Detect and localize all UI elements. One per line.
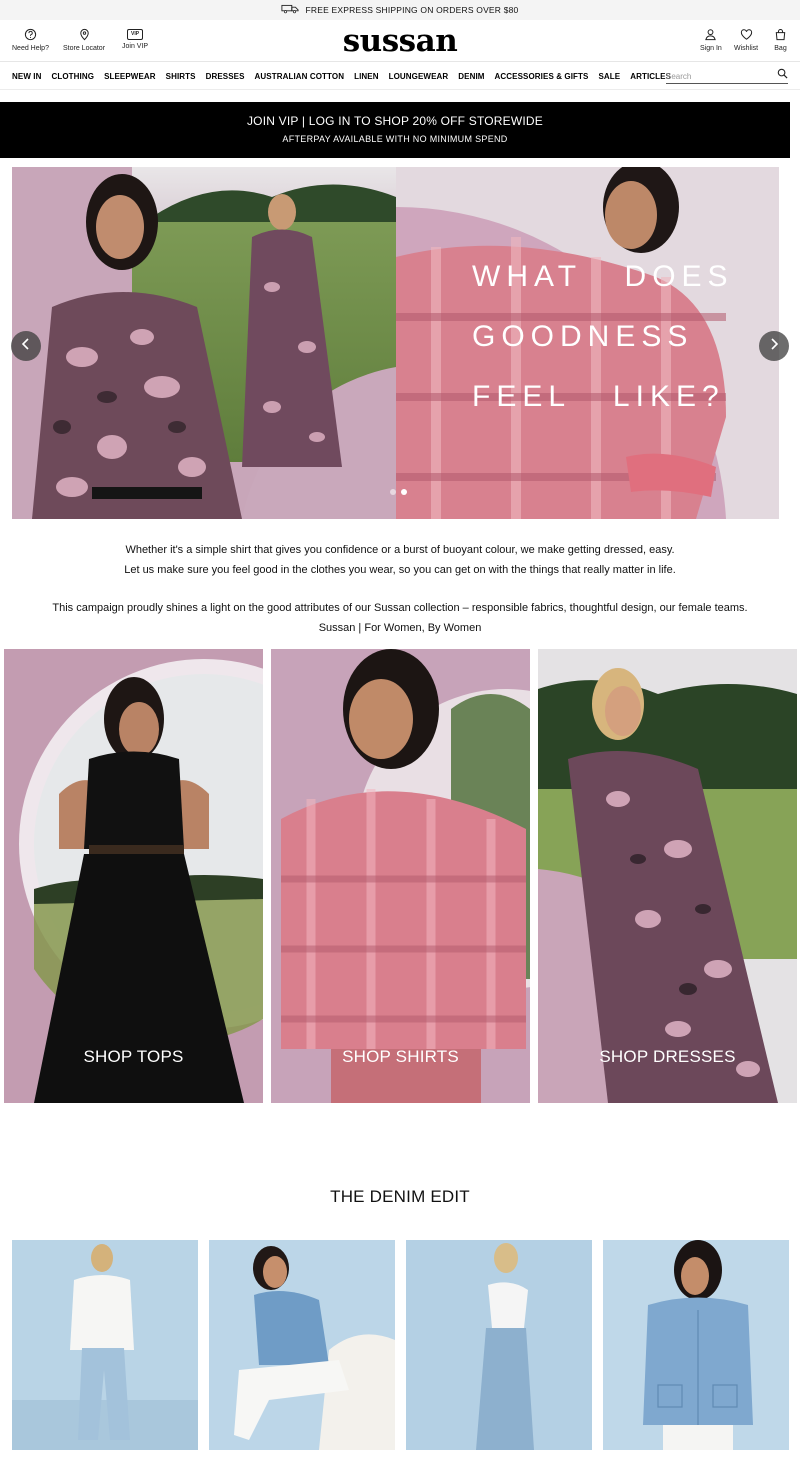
denim-product-4-image [603, 1240, 789, 1450]
nav-item-clothing[interactable]: CLOTHING [52, 72, 95, 81]
shirts-image [271, 649, 530, 1103]
denim-product-2[interactable] [209, 1240, 395, 1450]
hero-carousel[interactable]: WHAT DOES GOODNESS FEEL LIKE? [12, 167, 779, 519]
campaign-intro: Whether it's a simple shirt that gives y… [0, 540, 800, 638]
shipping-bar: FREE EXPRESS SHIPPING ON ORDERS OVER $80 [0, 0, 800, 20]
nav-item-shirts[interactable]: SHIRTS [166, 72, 196, 81]
chevron-right-icon [768, 337, 780, 355]
nav-item-accessories-gifts[interactable]: ACCESSORIES & GIFTS [495, 72, 589, 81]
nav-item-new-in[interactable]: NEW IN [12, 72, 42, 81]
promo-line-1: JOIN VIP | LOG IN TO SHOP 20% OFF STOREW… [246, 114, 543, 128]
denim-edit-title: THE DENIM EDIT [330, 1187, 470, 1206]
wishlist-link[interactable]: Wishlist [734, 28, 758, 52]
denim-product-3[interactable] [406, 1240, 592, 1450]
search-input[interactable] [666, 68, 766, 85]
intro-line-4: Sussan | For Women, By Women [318, 622, 482, 634]
search-box [666, 66, 788, 85]
tile-label-dresses: SHOP DRESSES [599, 1047, 736, 1066]
tile-label-shirts: SHOP SHIRTS [342, 1047, 459, 1066]
denim-product-2-image [209, 1240, 395, 1450]
hero-image-floral [12, 167, 396, 519]
nav-item-australian-cotton[interactable]: AUSTRALIAN COTTON [255, 72, 345, 81]
bag-icon [774, 28, 787, 45]
promo-line-2: AFTERPAY AVAILABLE WITH NO MINIMUM SPEND [282, 134, 508, 144]
denim-product-3-image [406, 1240, 592, 1450]
nav-item-articles[interactable]: ARTICLES [630, 72, 671, 81]
nav-item-dresses[interactable]: DRESSES [206, 72, 245, 81]
sign-in-label: Sign In [700, 45, 722, 52]
category-tile-dresses[interactable]: SHOP DRESSES [538, 649, 797, 1103]
user-icon [704, 28, 717, 45]
sign-in-link[interactable]: Sign In [700, 28, 722, 52]
site-header: Need Help? Store Locator VIP Join VIP su… [0, 20, 800, 62]
vip-promo-banner[interactable]: JOIN VIP | LOG IN TO SHOP 20% OFF STOREW… [0, 102, 790, 158]
intro-line-1: Whether it's a simple shirt that gives y… [125, 544, 675, 556]
chevron-left-icon [20, 337, 32, 355]
wishlist-label: Wishlist [734, 45, 759, 52]
nav-item-sale[interactable]: SALE [598, 72, 620, 81]
hero-headline-line-1: WHAT DOES [472, 260, 734, 293]
shipping-text: FREE EXPRESS SHIPPING ON ORDERS OVER $80 [305, 5, 519, 15]
nav-item-linen[interactable]: LINEN [354, 72, 379, 81]
carousel-next-button[interactable] [759, 331, 789, 361]
intro-line-3: This campaign proudly shines a light on … [52, 602, 748, 614]
hero-headline-line-2: GOODNESS [472, 320, 694, 353]
denim-product-1-image [12, 1240, 198, 1450]
carousel-dots [390, 489, 407, 495]
nav-item-denim[interactable]: DENIM [458, 72, 484, 81]
denim-product-1[interactable] [12, 1240, 198, 1450]
denim-product-4[interactable] [603, 1240, 789, 1450]
hero-headline: WHAT DOES GOODNESS FEEL LIKE? [472, 247, 732, 427]
carousel-dot-2[interactable] [401, 489, 407, 495]
dresses-image [538, 649, 797, 1103]
nav-items: NEW IN CLOTHING SLEEPWEAR SHIRTS DRESSES… [12, 62, 671, 90]
bag-label: Bag [774, 45, 787, 52]
category-tile-shirts[interactable]: SHOP SHIRTS [271, 649, 530, 1103]
sussan-logo[interactable]: sussan [0, 24, 800, 58]
main-nav: NEW IN CLOTHING SLEEPWEAR SHIRTS DRESSES… [0, 62, 800, 90]
truck-icon [281, 4, 300, 16]
carousel-dot-1[interactable] [390, 489, 396, 495]
nav-item-loungewear[interactable]: LOUNGEWEAR [389, 72, 449, 81]
nav-item-sleepwear[interactable]: SLEEPWEAR [104, 72, 156, 81]
heart-icon [740, 28, 753, 45]
tile-label-tops: SHOP TOPS [83, 1047, 184, 1066]
tops-image [4, 649, 263, 1103]
intro-line-2: Let us make sure you feel good in the cl… [124, 564, 676, 576]
hero-headline-line-3: FEEL LIKE? [472, 380, 725, 413]
category-tile-tops[interactable]: SHOP TOPS [4, 649, 263, 1103]
carousel-prev-button[interactable] [11, 331, 41, 361]
bag-link[interactable]: Bag [774, 28, 787, 52]
